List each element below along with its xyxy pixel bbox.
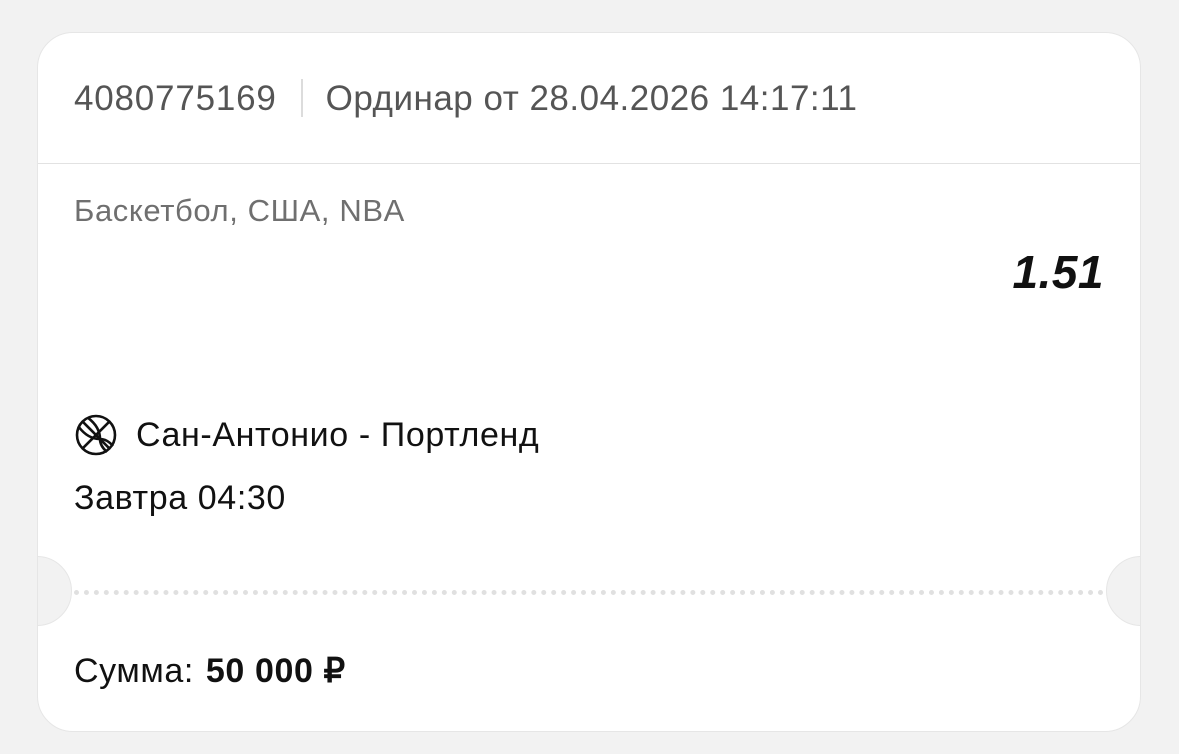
- sport-league: Баскетбол, США, NBA: [74, 193, 405, 228]
- stake-row: Сумма: 50 000 ₽: [74, 651, 346, 691]
- stake-value: 50 000 ₽: [205, 652, 346, 690]
- match-name: Сан-Антонио - Портленд: [136, 415, 540, 454]
- ticket-notch-left: [38, 556, 72, 626]
- stake-label: Сумма:: [74, 652, 194, 690]
- ticket-notch-right: [1106, 556, 1140, 626]
- basketball-icon: [75, 414, 117, 456]
- odds-value: 1.51: [1012, 246, 1104, 298]
- bet-type-date: Ординар от 28.04.2026 14:17:11: [325, 78, 858, 118]
- match-time: Завтра 04:30: [74, 479, 286, 517]
- bet-id: 4080775169: [74, 78, 277, 118]
- header-divider: [300, 79, 303, 117]
- bet-ticket-card[interactable]: 4080775169 Ординар от 28.04.2026 14:17:1…: [37, 32, 1141, 732]
- ticket-header: 4080775169 Ординар от 28.04.2026 14:17:1…: [38, 33, 1140, 164]
- match-row: Сан-Антонио - Портленд: [74, 413, 539, 457]
- perforation-divider: [74, 590, 1104, 595]
